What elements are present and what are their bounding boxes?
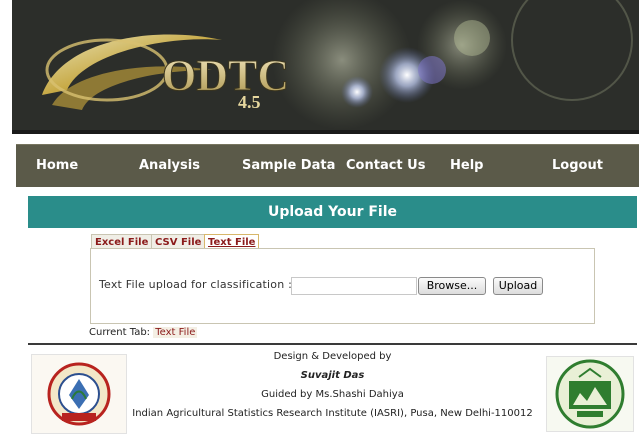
- logo-text: ODTC: [162, 51, 289, 100]
- nav-logout[interactable]: Logout: [552, 145, 603, 187]
- page-title: Upload Your File: [28, 196, 637, 228]
- current-tab-value: Text File: [153, 327, 198, 338]
- current-tab-indicator: Current Tab: Text File: [89, 327, 198, 338]
- header-divider: [12, 130, 639, 134]
- iasri-emblem-icon: [555, 359, 625, 429]
- upload-panel: Text File upload for classification : Br…: [90, 248, 595, 324]
- file-path-field[interactable]: [291, 277, 417, 295]
- nav-analysis[interactable]: Analysis: [139, 145, 200, 187]
- header-graphic: ODTC 4.5: [12, 0, 639, 130]
- upload-button[interactable]: Upload: [493, 277, 543, 295]
- header-banner: ODTC 4.5: [12, 0, 639, 130]
- main-nav: Home Analysis Sample Data Contact Us Hel…: [16, 144, 639, 187]
- upload-label: Text File upload for classification :: [99, 278, 292, 291]
- version-text: 4.5: [238, 92, 261, 112]
- nav-help[interactable]: Help: [450, 145, 483, 187]
- browse-button[interactable]: Browse...: [418, 277, 486, 295]
- footer-divider: [28, 343, 637, 345]
- nav-home[interactable]: Home: [36, 145, 78, 187]
- nav-sample-data[interactable]: Sample Data: [242, 145, 335, 187]
- iasri-logo: [546, 356, 634, 432]
- icar-emblem-icon: [47, 362, 111, 426]
- current-tab-label: Current Tab:: [89, 327, 151, 338]
- nav-contact-us[interactable]: Contact Us: [346, 145, 425, 187]
- icar-logo: [31, 354, 127, 434]
